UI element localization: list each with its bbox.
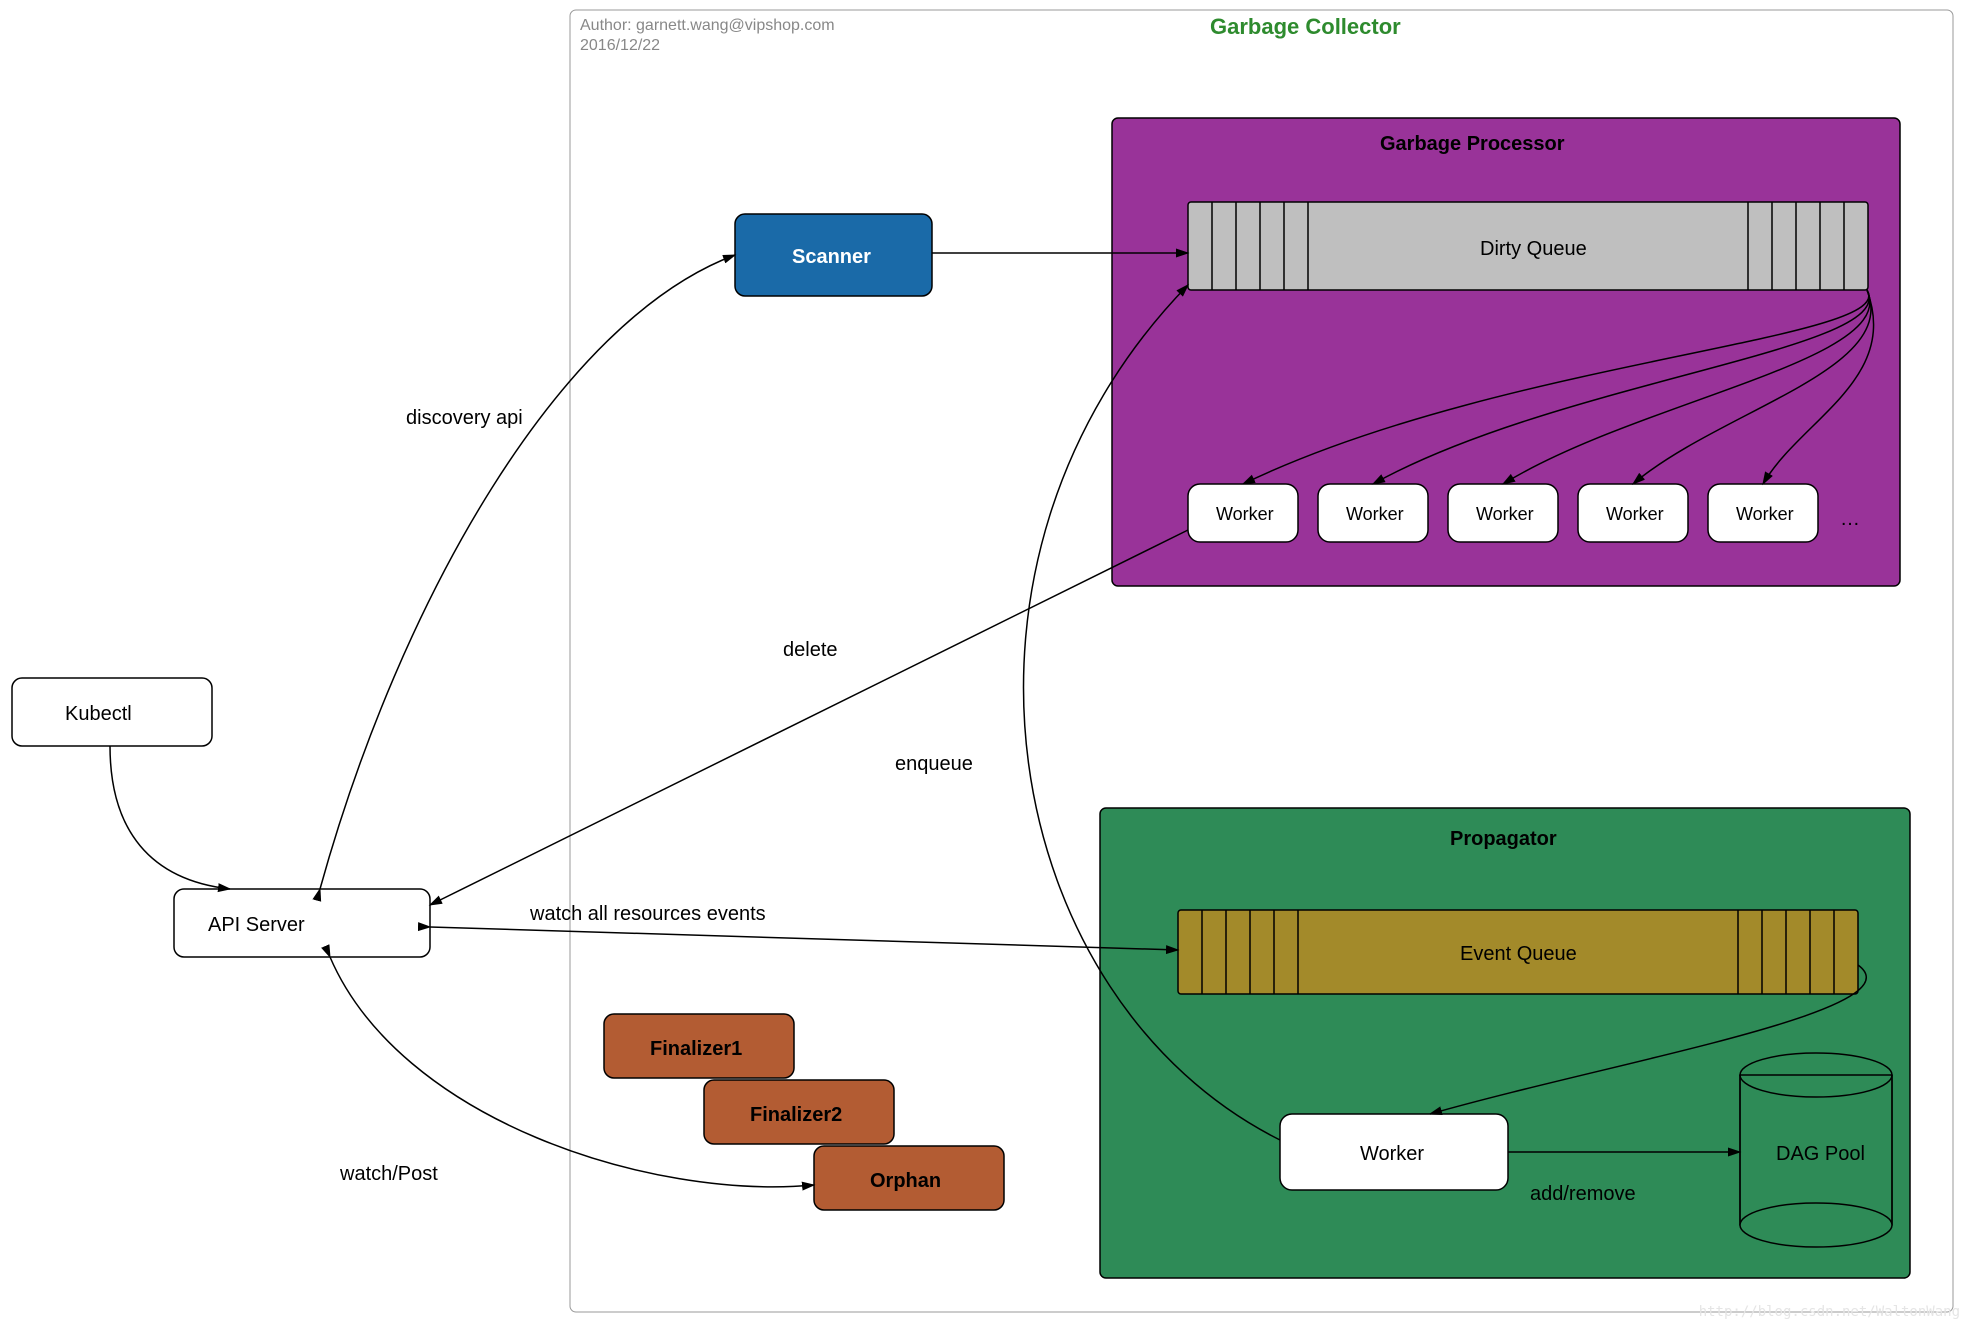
discovery-api-label: discovery api — [406, 407, 523, 429]
propagator-title: Propagator — [1450, 828, 1557, 850]
gp-worker-label: Worker — [1346, 504, 1404, 524]
propagator-worker-label: Worker — [1360, 1143, 1424, 1165]
watermark-text: http://blog.csdn.net/WaltonWang — [1699, 1304, 1960, 1320]
gp-worker-label: Worker — [1216, 504, 1274, 524]
scanner-label: Scanner — [792, 246, 871, 268]
gp-worker-label: Worker — [1606, 504, 1664, 524]
dag-pool: DAG Pool — [1740, 1053, 1892, 1247]
orphan-label: Orphan — [870, 1170, 941, 1192]
finalizer1-label: Finalizer1 — [650, 1038, 742, 1060]
apiserver-to-scanner — [320, 255, 735, 889]
dirty-queue: Dirty Queue — [1188, 202, 1868, 290]
delete-label: delete — [783, 639, 838, 661]
worker-to-apiserver-delete — [430, 530, 1188, 905]
watch-all-label: watch all resources events — [529, 903, 766, 925]
apiserver-to-eventqueue — [430, 927, 1178, 950]
kubectl-to-apiserver — [110, 746, 230, 889]
author-text: Author: garnett.wang@vipshop.com — [580, 17, 835, 34]
gp-worker-label: Worker — [1476, 504, 1534, 524]
watch-post-label: watch/Post — [339, 1163, 438, 1185]
garbage-processor-title: Garbage Processor — [1380, 133, 1565, 155]
api-server-label: API Server — [208, 914, 305, 936]
date-text: 2016/12/22 — [580, 37, 660, 54]
dirty-queue-label: Dirty Queue — [1480, 238, 1587, 260]
dag-pool-label: DAG Pool — [1776, 1143, 1865, 1165]
finalizer2-label: Finalizer2 — [750, 1104, 842, 1126]
gp-worker-ellipsis: … — [1840, 508, 1860, 530]
gp-workers: Worker Worker Worker Worker Worker … — [1188, 484, 1860, 542]
event-queue-label: Event Queue — [1460, 943, 1577, 965]
gp-worker-label: Worker — [1736, 504, 1794, 524]
event-queue: Event Queue — [1178, 910, 1858, 994]
kubectl-label: Kubectl — [65, 703, 132, 725]
diagram-canvas: Author: garnett.wang@vipshop.com 2016/12… — [0, 0, 1970, 1322]
title-text: Garbage Collector — [1210, 14, 1401, 39]
add-remove-label: add/remove — [1530, 1183, 1636, 1205]
enqueue-label: enqueue — [895, 753, 973, 775]
